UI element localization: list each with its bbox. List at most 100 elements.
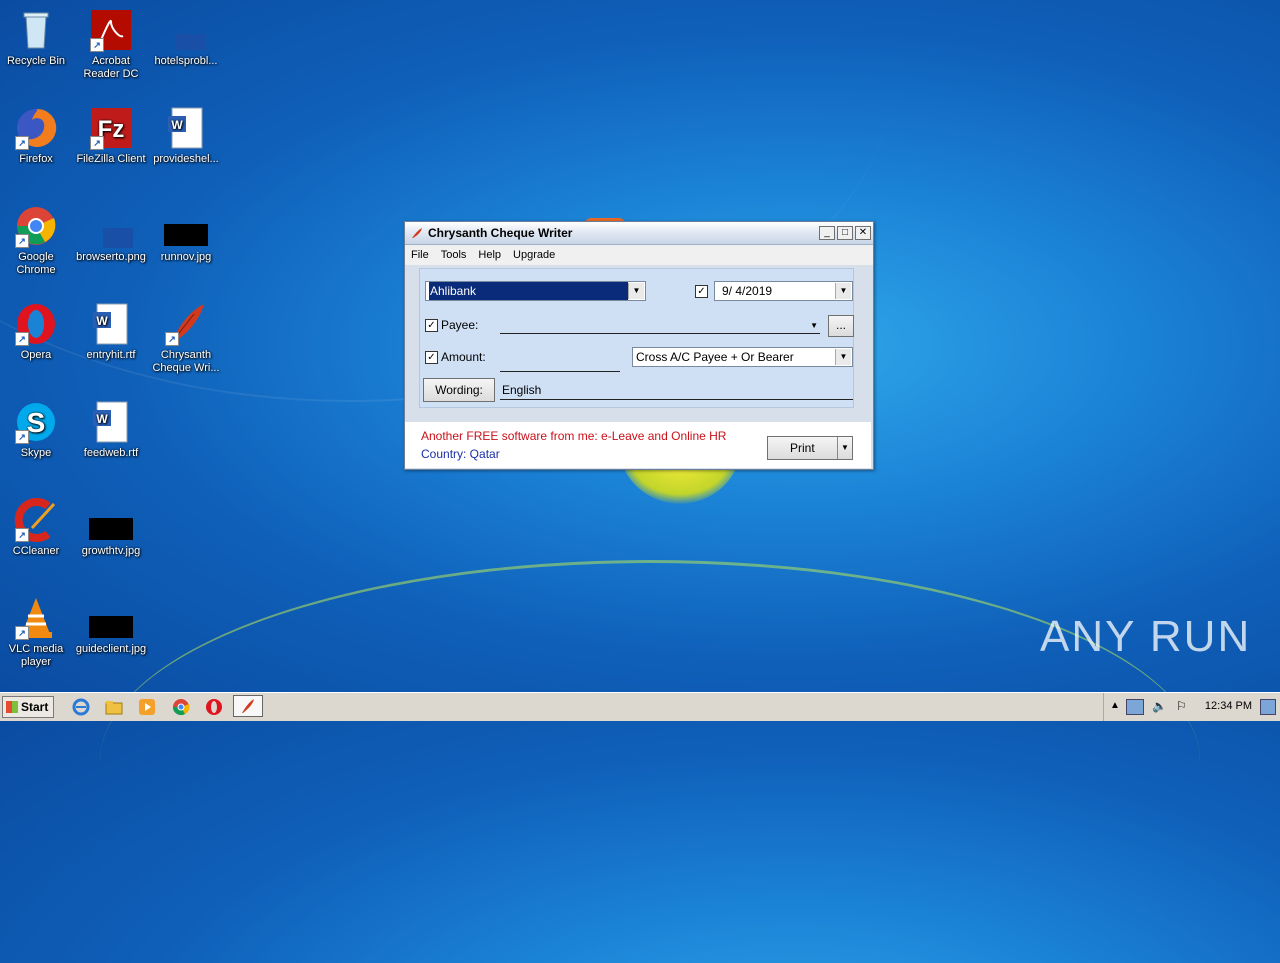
speaker-icon[interactable]: 🔈 (1152, 699, 1167, 713)
desktop-icon-label: runnov.jpg (160, 251, 212, 263)
desktop-icon-guideclient[interactable]: guideclient.jpg (75, 596, 147, 656)
start-button[interactable]: Start (2, 696, 54, 718)
start-label: Start (21, 700, 49, 714)
chrome-icon[interactable] (172, 698, 190, 716)
desktop-icon-label: growthtv.jpg (81, 545, 141, 557)
amount-label: Amount: (441, 350, 486, 364)
maximize-button[interactable]: □ (837, 226, 853, 240)
desktop-icon-browserto[interactable]: browserto.png (75, 204, 147, 264)
chevron-down-icon[interactable]: ▼ (628, 283, 644, 299)
vlc-cone-icon: ↗ (14, 596, 58, 640)
desktop-icon-opera[interactable]: ↗ Opera (0, 302, 72, 362)
network-icon[interactable] (1126, 699, 1144, 715)
desktop-icon-entryhit[interactable]: W entryhit.rtf (75, 302, 147, 362)
desktop-icon-feedweb[interactable]: W feedweb.rtf (75, 400, 147, 460)
bank-select[interactable]: Ahlibank ▼ (425, 281, 646, 301)
desktop-icon-label: browserto.png (76, 251, 146, 263)
chevron-down-icon[interactable]: ▼ (835, 283, 851, 299)
desktop-icon-firefox[interactable]: ↗ Firefox (0, 106, 72, 166)
shortcut-arrow-icon: ↗ (165, 332, 179, 346)
date-picker[interactable]: 9/ 4/2019 ▼ (714, 281, 853, 301)
clock[interactable]: 12:34 PM (1205, 700, 1252, 712)
desktop-icon-label: VLC media player (8, 643, 64, 668)
desktop-icon-label: Opera (20, 349, 52, 361)
shortcut-arrow-icon: ↗ (15, 332, 29, 346)
menubar: File Tools Help Upgrade (405, 245, 873, 265)
promo-link[interactable]: Another FREE software from me: e-Leave a… (421, 429, 726, 443)
window-title: Chrysanth Cheque Writer (428, 226, 573, 240)
system-tray: ▲ 🔈 ⚐ 12:34 PM (1103, 693, 1280, 721)
desktop-icon-chrome[interactable]: ↗ Google Chrome (0, 204, 72, 277)
chevron-up-icon[interactable]: ▲ (1110, 700, 1120, 711)
wording-button[interactable]: Wording: (423, 378, 495, 402)
menu-help[interactable]: Help (478, 249, 501, 261)
wording-value: English (502, 383, 542, 397)
desktop-icon-label: Firefox (19, 153, 53, 165)
amount-input[interactable] (500, 349, 620, 372)
media-player-icon[interactable] (138, 698, 156, 716)
opera-icon[interactable] (205, 698, 223, 716)
internet-explorer-icon[interactable] (72, 698, 90, 716)
action-center-flag-icon[interactable]: ⚐ (1176, 699, 1187, 713)
desktop-icon-hotelsprobl[interactable]: hotelsprobl... (150, 8, 222, 68)
desktop-icon-vlc[interactable]: ↗ VLC media player (0, 596, 72, 669)
payee-input[interactable]: ▼ (500, 315, 820, 334)
cheque-form-panel: Ahlibank ▼ ✓ 9/ 4/2019 ▼ ✓ Payee: ▼ ... … (419, 268, 854, 408)
desktop-icon-chrysanth[interactable]: ↗ Chrysanth Cheque Wri... (150, 302, 222, 375)
minimize-button[interactable]: _ (819, 226, 835, 240)
word-document-icon: W (164, 106, 208, 150)
print-button[interactable]: Print ▼ (767, 436, 853, 460)
desktop-icon-label: Recycle Bin (6, 55, 66, 67)
desktop-icon-skype[interactable]: S ↗ Skype (0, 400, 72, 460)
window-titlebar[interactable]: Chrysanth Cheque Writer _ □ ✕ (405, 222, 873, 245)
filezilla-icon: Fz ↗ (89, 106, 133, 150)
windows-logo-icon (6, 701, 18, 713)
skype-icon: S ↗ (14, 400, 58, 444)
shortcut-arrow-icon: ↗ (15, 626, 29, 640)
payee-type-value: Cross A/C Payee + Or Bearer (636, 350, 794, 364)
shortcut-arrow-icon: ↗ (15, 430, 29, 444)
desktop-icon-label: provideshel... (153, 153, 219, 165)
date-checkbox[interactable]: ✓ (695, 285, 708, 298)
menu-file[interactable]: File (411, 249, 429, 261)
chevron-down-icon[interactable]: ▼ (837, 437, 852, 459)
amount-checkbox[interactable]: ✓ (425, 351, 438, 364)
taskbar-chrysanth-button[interactable] (233, 695, 263, 717)
desktop-icon-provideshel[interactable]: W provideshel... (150, 106, 222, 166)
shortcut-arrow-icon: ↗ (90, 38, 104, 52)
close-button[interactable]: ✕ (855, 226, 871, 240)
payee-browse-button[interactable]: ... (828, 315, 854, 337)
firefox-icon: ↗ (14, 106, 58, 150)
promo-footer: Another FREE software from me: e-Leave a… (405, 422, 871, 468)
desktop-icon-label: Skype (20, 447, 52, 459)
svg-text:W: W (96, 412, 108, 426)
image-file-icon (89, 204, 133, 248)
desktop-icon-ccleaner[interactable]: ↗ CCleaner (0, 498, 72, 558)
desktop-icon-filezilla[interactable]: Fz ↗ FileZilla Client (75, 106, 147, 166)
wording-field[interactable]: English (500, 381, 853, 400)
desktop-icon-label: Google Chrome (16, 251, 56, 276)
desktop-icon-growthtv[interactable]: growthtv.jpg (75, 498, 147, 558)
payee-label: Payee: (441, 318, 479, 332)
recycle-bin-icon (14, 8, 58, 52)
payee-type-select[interactable]: Cross A/C Payee + Or Bearer ▼ (632, 347, 853, 367)
chevron-down-icon[interactable]: ▼ (810, 317, 818, 335)
show-desktop-button[interactable] (1260, 699, 1276, 715)
shortcut-arrow-icon: ↗ (90, 136, 104, 150)
feather-pen-icon: ↗ (164, 302, 208, 346)
shortcut-arrow-icon: ↗ (15, 234, 29, 248)
desktop-icon-recycle-bin[interactable]: Recycle Bin (0, 8, 72, 68)
desktop-icon-runnov[interactable]: runnov.jpg (150, 204, 222, 264)
menu-upgrade[interactable]: Upgrade (513, 249, 555, 261)
file-explorer-icon[interactable] (105, 698, 123, 716)
menu-tools[interactable]: Tools (441, 249, 467, 261)
payee-checkbox[interactable]: ✓ (425, 319, 438, 332)
chrome-icon: ↗ (14, 204, 58, 248)
chevron-down-icon[interactable]: ▼ (835, 349, 851, 365)
desktop-icon-label: guideclient.jpg (75, 643, 147, 655)
acrobat-icon: ↗ (89, 8, 133, 52)
desktop-icon-acrobat[interactable]: ↗ Acrobat Reader DC (75, 8, 147, 81)
taskbar: Start ▲ 🔈 ⚐ 12:34 PM (0, 692, 1280, 721)
file-icon (164, 8, 208, 52)
ccleaner-icon: ↗ (14, 498, 58, 542)
